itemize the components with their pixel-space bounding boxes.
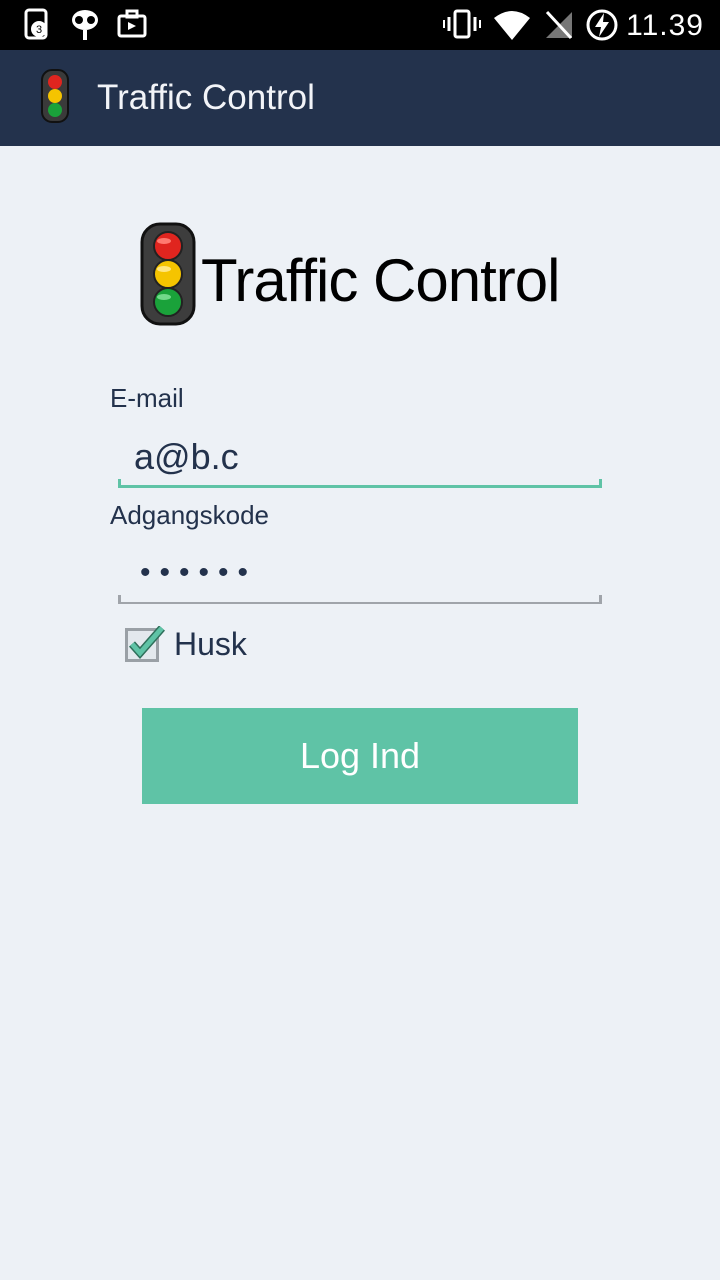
notification-count: 3 [36, 24, 42, 36]
email-value: a@b.c [134, 436, 239, 477]
sim-card-icon: 3 [24, 8, 48, 40]
email-field[interactable]: a@b.c [118, 428, 602, 488]
password-underline [118, 595, 602, 604]
remember-label: Husk [174, 626, 247, 662]
app-title: Traffic Control [97, 78, 315, 117]
battery-charging-icon [586, 9, 618, 41]
email-underline [118, 479, 602, 488]
vibrate-icon [443, 9, 481, 39]
app-bar: Traffic Control [0, 50, 720, 146]
remember-checkbox[interactable] [125, 626, 165, 662]
hero-title: Traffic Control [201, 247, 560, 314]
password-field[interactable]: •••••• [118, 544, 602, 604]
no-signal-icon [545, 10, 573, 40]
login-button[interactable]: Log Ind [142, 708, 578, 804]
wifi-icon [494, 11, 530, 40]
password-label: Adgangskode [110, 500, 270, 530]
traffic-light-icon [41, 69, 69, 123]
password-mask: •••••• [140, 556, 258, 589]
status-bar: 3 11.39 [0, 0, 720, 50]
traffic-light-icon [140, 222, 196, 326]
briefcase-icon [117, 9, 147, 38]
email-label: E-mail [110, 383, 184, 413]
clock: 11.39 [626, 9, 704, 42]
robot-icon [72, 10, 98, 40]
